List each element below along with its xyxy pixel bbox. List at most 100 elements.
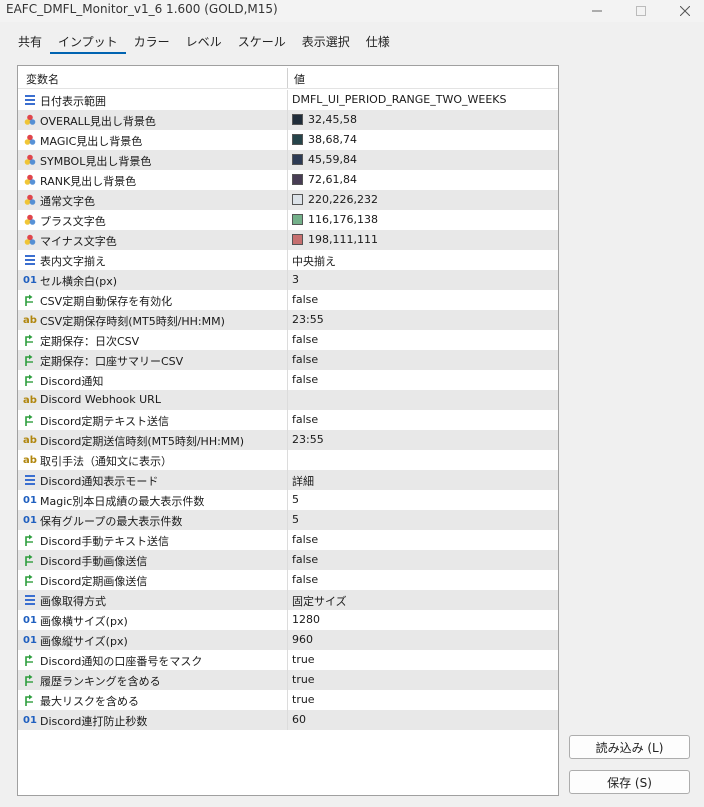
color-swatch[interactable] [292,174,303,185]
load-button[interactable]: 読み込み (L) [569,735,690,759]
tab-dependencies[interactable]: 仕様 [358,32,398,54]
parameter-name: Discord通知の口座番号をマスク [40,655,203,668]
column-divider [287,150,288,170]
table-row[interactable]: 01 保有グループの最大表示件数 5 [18,510,558,530]
color-swatch[interactable] [292,154,303,165]
parameter-value[interactable]: 5 [292,513,299,526]
table-row[interactable]: プラス文字色 116,176,138 [18,210,558,230]
parameter-name: 定期保存：口座サマリーCSV [40,355,184,368]
tab-inputs[interactable]: インプット [50,32,126,54]
color-swatch[interactable] [292,194,303,205]
parameter-name: 表内文字揃え [40,255,106,268]
parameter-value[interactable]: false [292,333,318,346]
save-button[interactable]: 保存 (S) [569,770,690,794]
parameter-value[interactable]: true [292,693,315,706]
boolean-icon [23,533,37,547]
table-row[interactable]: Discord定期画像送信 false [18,570,558,590]
parameter-value[interactable]: false [292,413,318,426]
tab-scale[interactable]: スケール [230,32,294,54]
table-row[interactable]: MAGIC見出し背景色 38,68,74 [18,130,558,150]
table-row[interactable]: Discord通知 false [18,370,558,390]
column-divider[interactable] [287,68,288,88]
parameter-value[interactable]: 23:55 [292,433,324,446]
parameter-value[interactable]: 116,176,138 [308,213,378,226]
color-swatch[interactable] [292,234,303,245]
parameter-value[interactable]: 中央揃え [292,253,336,269]
parameter-value[interactable]: 960 [292,633,313,646]
table-row[interactable]: ab 取引手法（通知文に表示） [18,450,558,470]
column-divider [287,210,288,230]
parameter-value[interactable]: true [292,673,315,686]
parameter-value[interactable]: 198,111,111 [308,233,378,246]
table-row[interactable]: 通常文字色 220,226,232 [18,190,558,210]
parameter-value[interactable]: 38,68,74 [308,133,357,146]
parameter-value[interactable]: 32,45,58 [308,113,357,126]
color-swatch[interactable] [292,114,303,125]
table-row[interactable]: Discord通知表示モード 詳細 [18,470,558,490]
table-row[interactable]: 最大リスクを含める true [18,690,558,710]
table-row[interactable]: 定期保存：口座サマリーCSV false [18,350,558,370]
table-row[interactable]: OVERALL見出し背景色 32,45,58 [18,110,558,130]
color-swatch[interactable] [292,214,303,225]
table-row[interactable]: 01 画像横サイズ(px) 1280 [18,610,558,630]
parameter-value[interactable]: false [292,573,318,586]
table-row[interactable]: 01 Magic別本日成績の最大表示件数 5 [18,490,558,510]
table-row[interactable]: Discord通知の口座番号をマスク true [18,650,558,670]
parameter-value[interactable]: false [292,553,318,566]
parameter-value[interactable]: 固定サイズ [292,593,347,609]
parameter-value[interactable]: 60 [292,713,306,726]
table-row[interactable]: 01 画像縦サイズ(px) 960 [18,630,558,650]
parameter-value[interactable]: 45,59,84 [308,153,357,166]
parameter-value[interactable]: false [292,533,318,546]
column-divider [287,490,288,510]
table-row[interactable]: 日付表示範囲 DMFL_UI_PERIOD_RANGE_TWO_WEEKS [18,90,558,110]
table-row[interactable]: ab Discord Webhook URL [18,390,558,410]
tab-common[interactable]: 共有 [10,32,50,54]
table-row[interactable]: Discord定期テキスト送信 false [18,410,558,430]
parameter-value[interactable]: true [292,653,315,666]
parameter-name: 画像縦サイズ(px) [40,635,128,648]
parameter-value[interactable]: false [292,293,318,306]
parameter-value[interactable]: false [292,353,318,366]
column-divider [287,370,288,390]
table-row[interactable]: RANK見出し背景色 72,61,84 [18,170,558,190]
table-row[interactable]: Discord手動テキスト送信 false [18,530,558,550]
parameter-value[interactable]: 詳細 [292,473,314,489]
table-row[interactable]: 01 セル横余白(px) 3 [18,270,558,290]
parameter-value[interactable]: 3 [292,273,299,286]
maximize-button[interactable] [618,0,664,22]
parameter-value[interactable]: 72,61,84 [308,173,357,186]
table-row[interactable]: 01 Discord連打防止秒数 60 [18,710,558,730]
parameter-name: 画像横サイズ(px) [40,615,128,628]
parameter-value[interactable]: 220,226,232 [308,193,378,206]
table-row[interactable]: CSV定期自動保存を有効化 false [18,290,558,310]
column-header-value[interactable]: 値 [294,71,305,87]
tab-levels[interactable]: レベル [178,32,230,54]
color-palette-icon [23,193,37,207]
parameter-value[interactable]: 5 [292,493,299,506]
table-row[interactable]: 履歴ランキングを含める true [18,670,558,690]
parameter-value[interactable]: DMFL_UI_PERIOD_RANGE_TWO_WEEKS [292,93,506,106]
column-divider [287,510,288,530]
parameter-value[interactable]: 23:55 [292,313,324,326]
close-button[interactable] [662,0,704,22]
tab-colors[interactable]: カラー [126,32,178,54]
table-row[interactable]: マイナス文字色 198,111,111 [18,230,558,250]
tab-visualization[interactable]: 表示選択 [294,32,358,54]
column-header-name[interactable]: 変数名 [26,71,59,87]
table-row[interactable]: SYMBOL見出し背景色 45,59,84 [18,150,558,170]
parameter-value[interactable]: false [292,373,318,386]
table-row[interactable]: ab CSV定期保存時刻(MT5時刻/HH:MM) 23:55 [18,310,558,330]
table-row[interactable]: Discord手動画像送信 false [18,550,558,570]
table-row[interactable]: 画像取得方式 固定サイズ [18,590,558,610]
column-divider [287,550,288,570]
inputs-table: 変数名 値 日付表示範囲 DMFL_UI_PERIOD_RANGE_TWO_WEE… [17,65,559,796]
minimize-button[interactable] [574,0,620,22]
column-divider [287,190,288,210]
table-row[interactable]: ab Discord定期送信時刻(MT5時刻/HH:MM) 23:55 [18,430,558,450]
table-row[interactable]: 定期保存：日次CSV false [18,330,558,350]
table-row[interactable]: 表内文字揃え 中央揃え [18,250,558,270]
boolean-icon [23,373,37,387]
color-swatch[interactable] [292,134,303,145]
parameter-value[interactable]: 1280 [292,613,320,626]
